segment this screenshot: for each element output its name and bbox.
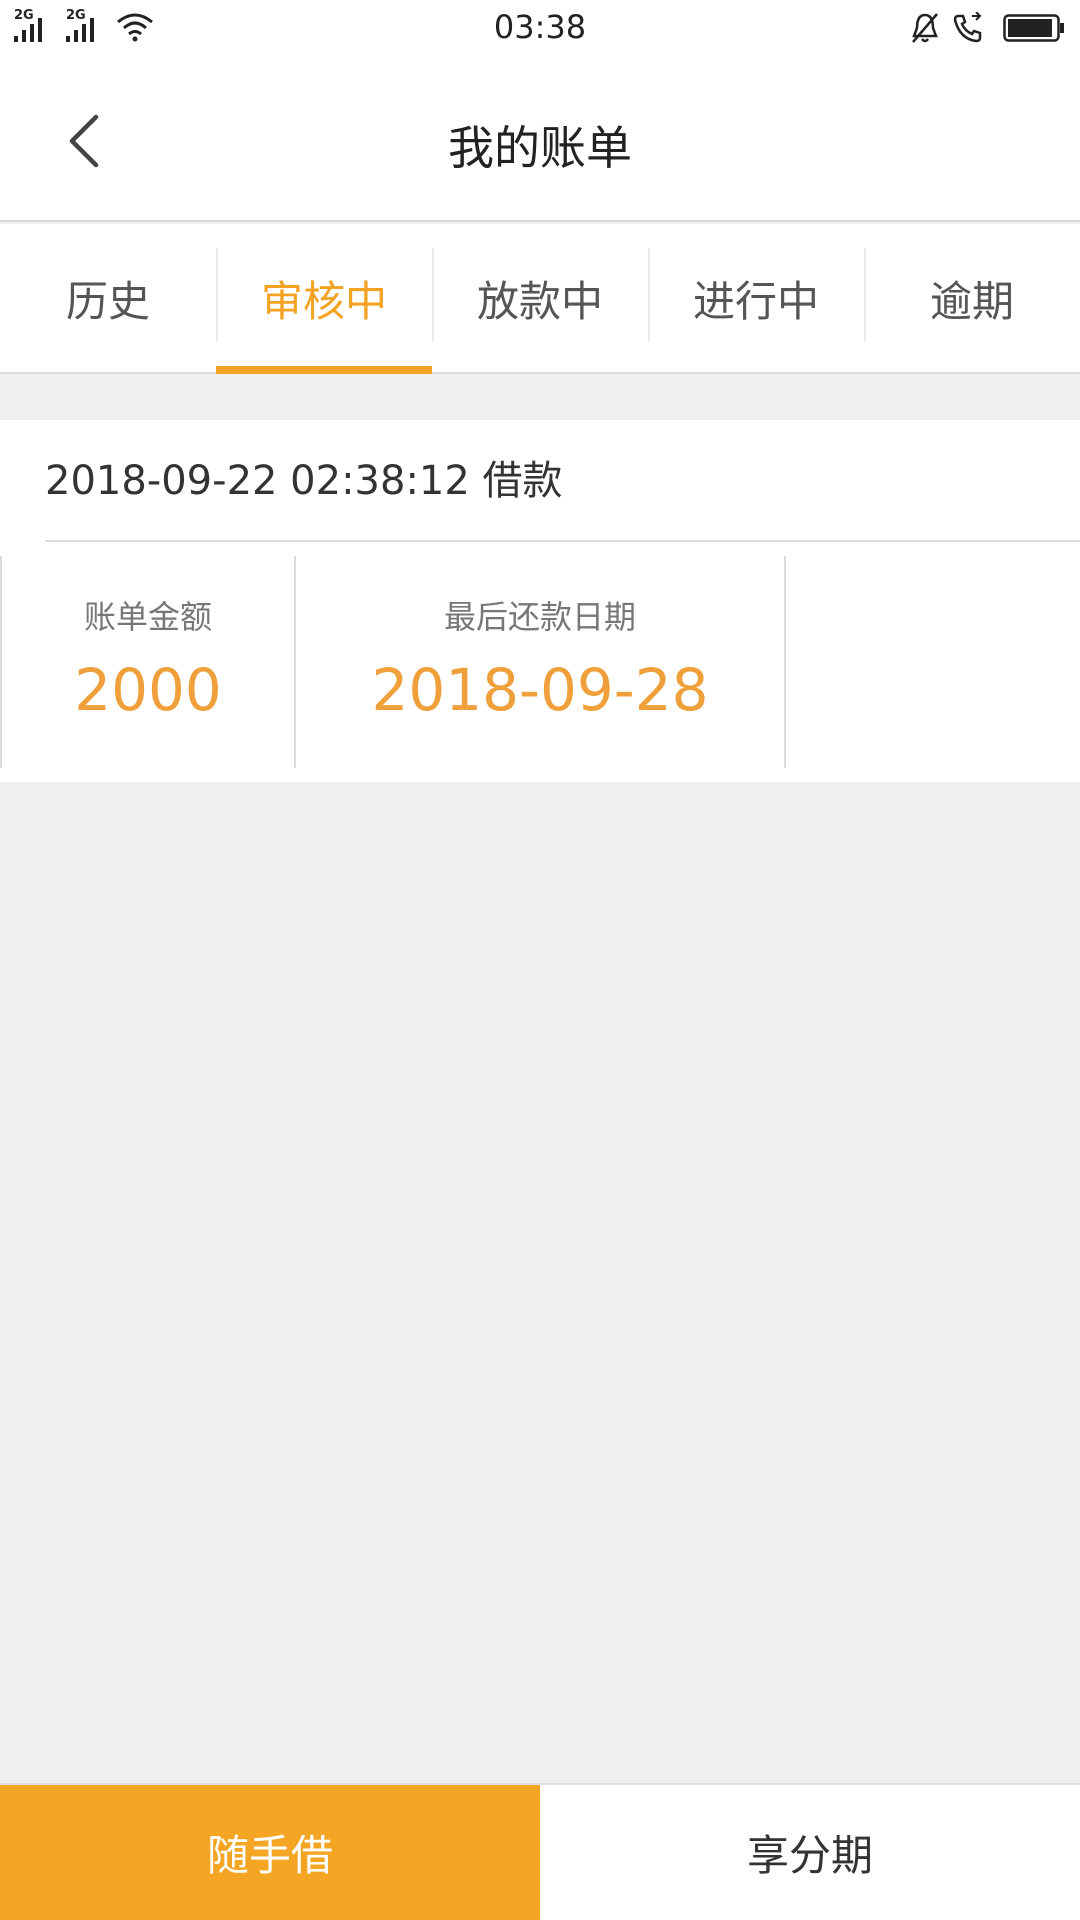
tab-history[interactable]: 历史 [0,224,216,372]
due-date-cell: 最后还款日期 2018-09-28 [296,556,784,768]
bottom-nav: 随手借 享分期 [0,1783,1080,1920]
tab-overdue[interactable]: 逾期 [864,224,1080,372]
tab-disbursing[interactable]: 放款中 [432,224,648,372]
tab-in-progress[interactable]: 进行中 [648,224,864,372]
call-icon [953,12,982,43]
bill-amount-cell: 账单金额 2000 [0,556,296,768]
tab-under-review[interactable]: 审核中 [216,224,432,374]
status-bar: 2G 2G 03:38 [0,0,1080,56]
app-header: 我的账单 [0,56,1080,222]
bill-status-tabs: 历史 审核中 放款中 进行中 逾期 [0,224,1080,374]
quick-loan-button[interactable]: 随手借 [0,1785,540,1920]
bill-amount-value: 2000 [74,656,222,724]
page-title: 我的账单 [448,121,632,175]
battery-icon [1003,14,1064,42]
due-date-value: 2018-09-28 [371,656,709,724]
bill-header: 2018-09-22 02:38:12 借款 [45,420,1080,542]
mute-bell-icon [912,13,938,43]
due-date-label: 最后还款日期 [443,598,636,636]
bill-amount-label: 账单金额 [83,598,212,636]
divider [784,556,786,768]
bill-card[interactable]: 2018-09-22 02:38:12 借款 账单金额 2000 最后还款日期 … [0,420,1080,782]
installment-button[interactable]: 享分期 [540,1785,1080,1920]
